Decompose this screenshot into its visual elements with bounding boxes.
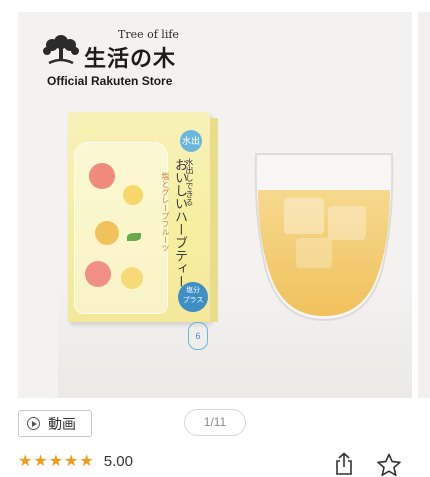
brand-tagline: Tree of life <box>118 28 179 41</box>
image-pager: 1/11 <box>184 409 246 436</box>
star-icon: ★ <box>33 451 48 470</box>
rating-stars: ★ ★ ★ ★ ★ <box>18 452 94 470</box>
star-icon: ★ <box>18 451 33 470</box>
salt-badge: 塩分 プラス <box>178 282 208 312</box>
grapefruit-slice <box>85 261 111 287</box>
star-icon: ★ <box>48 451 64 470</box>
count-badge: 6 <box>188 322 208 350</box>
play-circle-icon <box>27 417 40 430</box>
star-outline-icon[interactable] <box>376 453 402 477</box>
lemon-slice <box>123 185 143 205</box>
lemon-slice <box>121 267 143 289</box>
box-title: おいしいハーブティー <box>172 158 187 288</box>
box-side <box>210 118 218 322</box>
brand-logo: Tree of life 生活の木 Official Rakuten Store <box>38 28 198 98</box>
rating[interactable]: ★ ★ ★ ★ ★ 5.00 <box>18 452 133 470</box>
salt-badge-line1: 塩分 <box>186 287 200 294</box>
video-label: 動画 <box>48 415 76 432</box>
tree-logo-icon <box>43 35 79 65</box>
store-name: Official Rakuten Store <box>47 74 173 88</box>
mint-leaf <box>127 233 141 241</box>
share-icon[interactable] <box>333 452 355 476</box>
pitcher-illustration <box>74 142 168 314</box>
product-box: 水出し 水出しできる おいしいハーブティー 塩とグレープフルーツ 塩分 プラス … <box>68 112 218 350</box>
rating-value: 5.00 <box>103 452 133 470</box>
product-image[interactable]: Tree of life 生活の木 Official Rakuten Store… <box>18 12 412 398</box>
star-icon: ★ <box>64 451 79 470</box>
salt-badge-line2: プラス <box>182 297 204 304</box>
star-icon: ★ <box>79 451 94 470</box>
box-subtitle: 塩とグレープフルーツ <box>161 172 170 252</box>
iced-tea-glass <box>254 153 394 322</box>
video-button[interactable]: 動画 <box>18 410 92 437</box>
grapefruit-slice <box>89 163 115 189</box>
brand-name: 生活の木 <box>84 47 177 72</box>
orange-slice <box>95 221 119 245</box>
next-image-edge <box>418 12 430 398</box>
water-badge: 水出し <box>180 130 202 168</box>
